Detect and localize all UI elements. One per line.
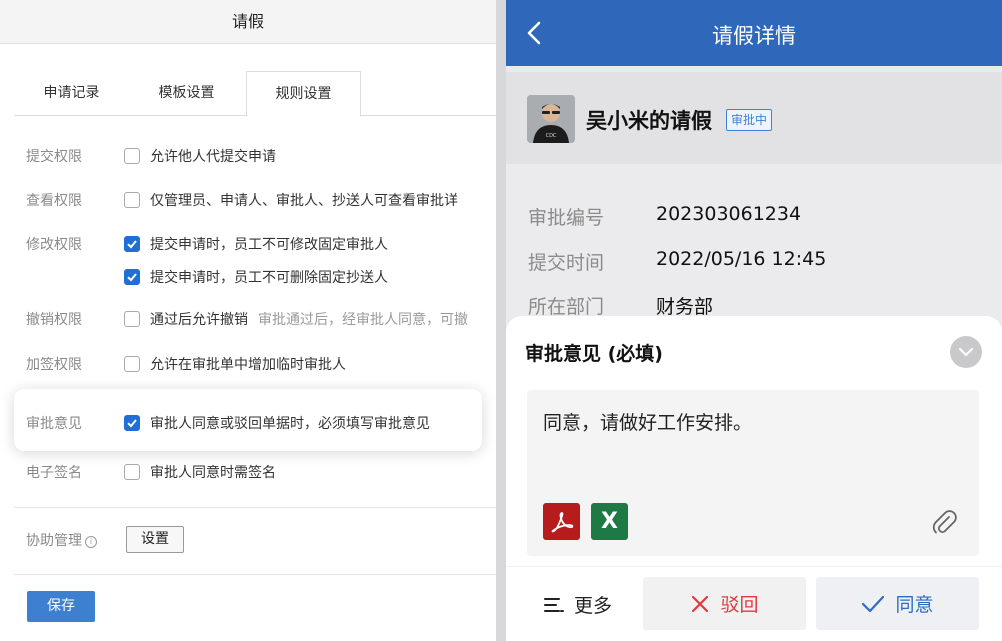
check-icon [862, 595, 885, 612]
rule-label: 审批意见 [26, 416, 82, 432]
checkbox-checked[interactable] [124, 269, 140, 285]
divider [14, 507, 496, 508]
tab-rules[interactable]: 规则设置 [246, 71, 361, 117]
option-no-delete-cc[interactable]: 提交申请时，员工不可删除固定抄送人 [124, 267, 388, 287]
checkbox[interactable] [124, 356, 140, 372]
option-require-opinion[interactable]: 审批人同意或驳回单据时，必须填写审批意见 [124, 413, 430, 433]
rule-settings-panel: 请假 申请记录 模板设置 规则设置 提交权限 允许他人代提交申请 查看权限 仅管… [0, 0, 496, 641]
info-label-number: 审批编号 [528, 207, 605, 229]
excel-file-icon[interactable]: X [591, 503, 628, 540]
reject-button[interactable]: 驳回 [643, 577, 806, 630]
checkbox[interactable] [124, 464, 140, 480]
info-label-department: 所在部门 [528, 296, 605, 318]
checkbox[interactable] [124, 148, 140, 164]
tab-bar: 申请记录 模板设置 规则设置 [14, 71, 496, 117]
pdf-file-icon[interactable] [543, 503, 580, 540]
check-icon [127, 240, 137, 249]
more-button[interactable]: 更多 [544, 591, 612, 618]
chevron-down-icon [958, 347, 974, 357]
rule-label: 加签权限 [26, 357, 82, 373]
info-label-time: 提交时间 [528, 252, 605, 274]
check-icon [127, 419, 137, 428]
check-icon [127, 273, 137, 282]
mobile-header: 请假详情 [506, 0, 1002, 66]
sheet-title: 审批意见 (必填) [525, 343, 663, 365]
setup-button[interactable]: 设置 [126, 526, 184, 553]
checkbox-checked[interactable] [124, 415, 140, 431]
info-icon[interactable]: i [85, 536, 97, 548]
rule-label: 电子签名 [26, 465, 82, 481]
info-value-department: 财务部 [656, 296, 714, 318]
avatar: CDC [527, 95, 575, 143]
attachment-clip-icon[interactable] [930, 508, 958, 536]
option-add-temp-approver[interactable]: 允许在审批单中增加临时审批人 [124, 354, 346, 374]
option-hint: 审批通过后，经审批人同意，可撤 [258, 312, 468, 328]
opinion-text: 同意，请做好工作安排。 [543, 412, 753, 434]
mobile-leave-detail: 请假详情 CDC 吴小米的请假 审批中 审批编号 202303061234 提交… [506, 0, 1002, 641]
back-arrow-icon[interactable] [524, 20, 546, 46]
opinion-input[interactable]: 同意，请做好工作安排。 X [527, 390, 979, 556]
info-value-number: 202303061234 [656, 203, 802, 225]
panel-separator [496, 0, 506, 641]
option-no-modify-approver[interactable]: 提交申请时，员工不可修改固定审批人 [124, 234, 388, 254]
list-menu-icon [544, 597, 564, 612]
rule-label: 修改权限 [26, 237, 82, 253]
rule-label: 协助管理 i [26, 530, 97, 550]
info-value-time: 2022/05/16 12:45 [656, 248, 827, 270]
applicant-title: 吴小米的请假 [586, 109, 712, 133]
save-button[interactable]: 保存 [27, 591, 95, 622]
rule-label: 查看权限 [26, 193, 82, 209]
checkbox-checked[interactable] [124, 236, 140, 252]
status-badge: 审批中 [726, 109, 773, 131]
divider [14, 574, 496, 575]
rule-label: 提交权限 [26, 149, 82, 165]
approve-button[interactable]: 同意 [816, 577, 979, 630]
svg-text:CDC: CDC [546, 133, 557, 139]
header-title: 请假详情 [712, 24, 796, 48]
rule-label: 撤销权限 [26, 312, 82, 328]
collapse-button[interactable] [950, 336, 982, 368]
option-allow-proxy-submit[interactable]: 允许他人代提交申请 [124, 146, 276, 166]
option-allow-revoke[interactable]: 通过后允许撤销 审批通过后，经审批人同意，可撤 [124, 309, 468, 329]
option-restrict-view[interactable]: 仅管理员、申请人、审批人、抄送人可查看审批详 [124, 190, 458, 210]
panel-title: 请假 [0, 0, 496, 44]
opinion-sheet: 审批意见 (必填) 同意，请做好工作安排。 X 更多 驳回 同意 [506, 316, 1002, 641]
divider [506, 566, 1002, 567]
close-icon [692, 595, 709, 612]
checkbox[interactable] [124, 311, 140, 327]
applicant-card: CDC 吴小米的请假 审批中 [506, 72, 1002, 164]
tab-template[interactable]: 模板设置 [129, 71, 244, 116]
option-require-signature[interactable]: 审批人同意时需签名 [124, 462, 276, 482]
tab-records[interactable]: 申请记录 [14, 71, 129, 116]
checkbox[interactable] [124, 192, 140, 208]
